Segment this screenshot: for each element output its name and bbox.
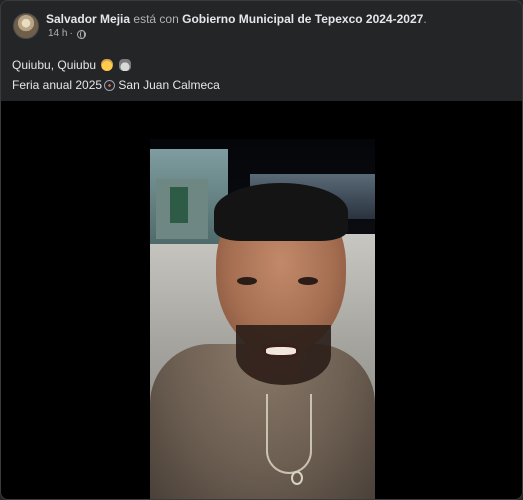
tagged-page-name[interactable]: Gobierno Municipal de Tepexco 2024-2027 [182,12,423,26]
video-person-pendant [291,471,303,485]
video-person-eye-right [298,277,318,285]
post-text: Quiubu, Quiubu Feria anual 2025 San Juan… [12,55,220,95]
facebook-post: Salvador Mejia está con Gobierno Municip… [0,0,523,500]
post-line-2-prefix: Feria anual 2025 [12,78,103,92]
dot-separator: · [69,28,73,39]
relation-text: está con [133,12,179,26]
author-name[interactable]: Salvador Mejia [46,12,130,26]
globe-icon[interactable] [76,29,86,39]
cowboy-face-emoji [101,59,114,71]
ferris-wheel-emoji [104,80,116,91]
post-subline: 14 h · [48,27,427,41]
post-line-2: Feria anual 2025 San Juan Calmeca [12,75,220,95]
video-person-eye-left [237,277,257,285]
video-door [170,187,188,223]
post-time[interactable]: 14 h [48,27,67,41]
title-trailing-punct: . [423,12,427,26]
video-person-mouth [263,344,299,358]
post-title-line: Salvador Mejia está con Gobierno Municip… [46,11,427,27]
ghost-emoji [118,59,131,71]
video-person-hair [214,183,348,241]
post-line-1: Quiubu, Quiubu [12,55,220,75]
video-person-chain [266,394,312,474]
post-line-1-text: Quiubu, Quiubu [12,58,97,72]
author-avatar[interactable] [13,13,39,39]
post-header: Salvador Mejia está con Gobierno Municip… [13,11,427,45]
video-player[interactable] [1,101,522,499]
post-line-2-suffix: San Juan Calmeca [118,78,220,92]
video-frame[interactable] [150,139,375,499]
post-meta: Salvador Mejia está con Gobierno Municip… [46,11,427,41]
